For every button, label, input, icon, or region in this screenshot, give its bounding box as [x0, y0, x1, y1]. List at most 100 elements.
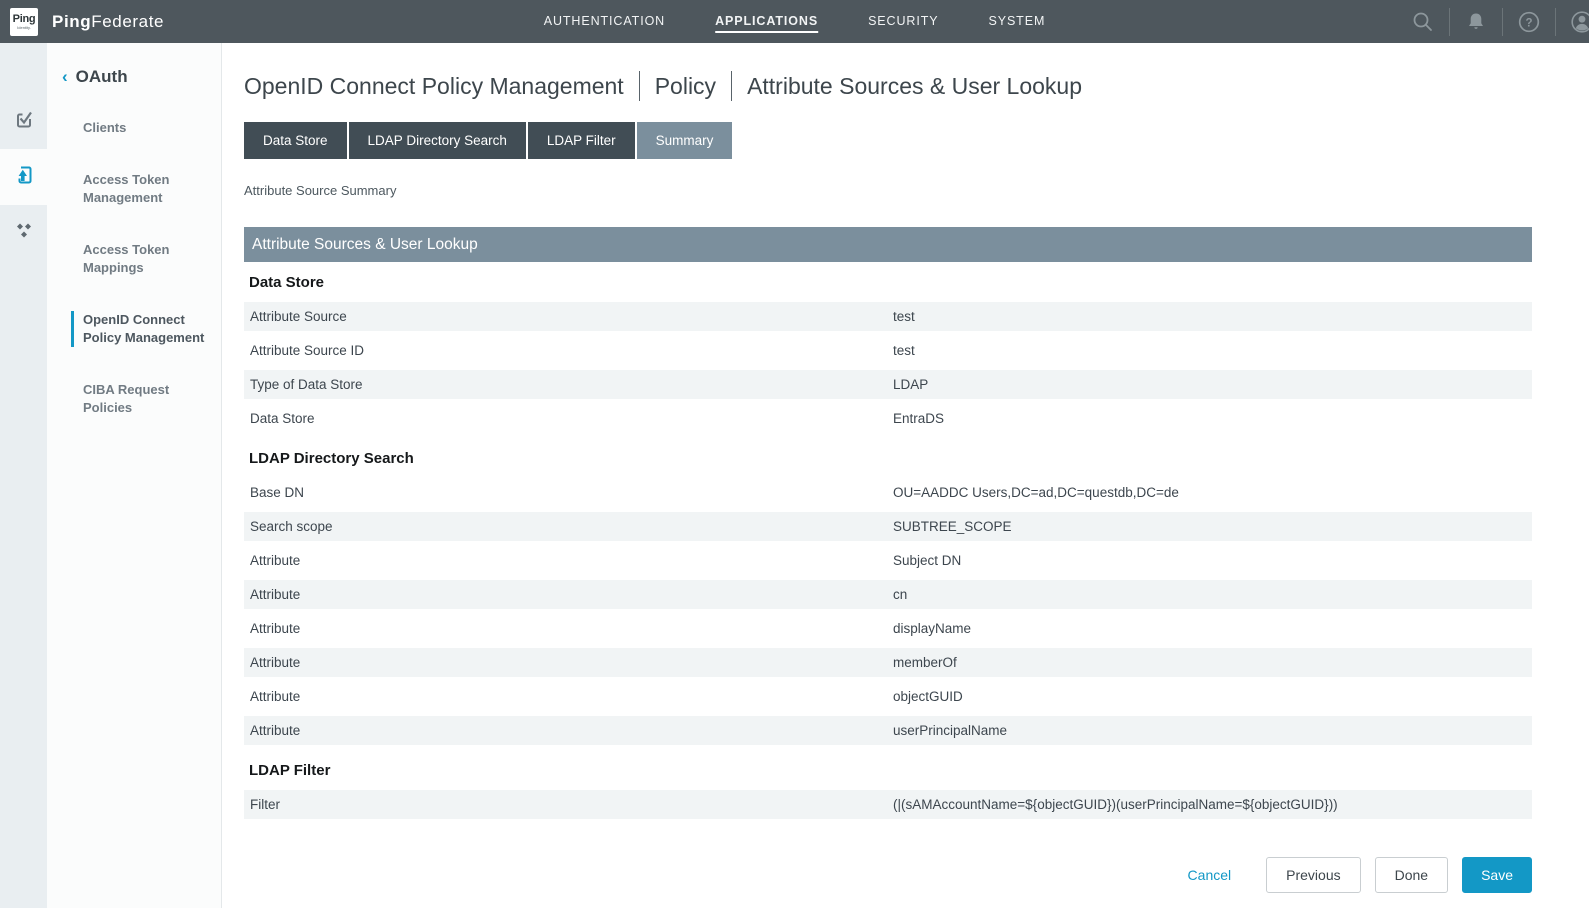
sidebar-menu: ‹ OAuth Clients Access Token Management Ac… [47, 43, 221, 908]
save-button[interactable]: Save [1462, 857, 1532, 893]
row-value: test [893, 343, 1532, 358]
table-header: Attribute Sources & User Lookup [244, 227, 1532, 262]
row-label: Attribute [244, 621, 893, 636]
nav-divider [1449, 8, 1450, 36]
rail-item-grant-mapping[interactable] [0, 205, 47, 261]
table-row: Attribute Sourcetest [244, 302, 1532, 331]
nav-divider [1502, 8, 1503, 36]
nav-item-authentication[interactable]: AUTHENTICATION [544, 10, 665, 33]
sidebar-section-title: OAuth [76, 67, 128, 87]
breadcrumb-part-policy: Policy [655, 73, 716, 100]
rail-item-clients[interactable] [0, 93, 47, 149]
nav-item-security[interactable]: SECURITY [868, 10, 938, 33]
summary-caption: Attribute Source Summary [244, 183, 1532, 198]
app-title-bold: Ping [52, 12, 91, 31]
table-row: AttributeSubject DN [244, 546, 1532, 575]
brand: Ping Identity. PingFederate [0, 8, 164, 36]
breadcrumb: OpenID Connect Policy Management Policy At… [244, 71, 1532, 101]
section-heading-ldap-directory-search: LDAP Directory Search [244, 438, 1532, 478]
section-heading-data-store: Data Store [244, 262, 1532, 302]
logo-subtext: Identity. [17, 26, 31, 30]
logo-text: Ping [13, 14, 36, 25]
breadcrumb-part-attribute-sources-user-lookup: Attribute Sources & User Lookup [747, 73, 1082, 100]
primary-nav: AUTHENTICATION APPLICATIONS SECURITY SYSTEM [544, 0, 1046, 43]
table-row: AttributedisplayName [244, 614, 1532, 643]
row-label: Attribute [244, 655, 893, 670]
row-label: Attribute Source [244, 309, 893, 324]
breadcrumb-part-openid-connect-policy-management: OpenID Connect Policy Management [244, 73, 624, 100]
grant-group-icon [12, 219, 36, 248]
token-document-icon [12, 163, 36, 192]
tab-ldap-filter[interactable]: LDAP Filter [528, 122, 635, 159]
user-icon[interactable] [1569, 9, 1589, 35]
sidebar-item-list: Clients Access Token Management Access Tok… [71, 119, 211, 417]
search-icon[interactable] [1410, 9, 1436, 35]
row-value: Subject DN [893, 553, 1532, 568]
sidebar-item-ciba-request-policies[interactable]: CIBA Request Policies [71, 381, 211, 417]
row-label: Attribute Source ID [244, 343, 893, 358]
app-title: PingFederate [52, 12, 164, 32]
cancel-link[interactable]: Cancel [1188, 867, 1232, 883]
help-icon[interactable]: ? [1516, 9, 1542, 35]
table-row: Attribute Source IDtest [244, 336, 1532, 365]
row-label: Attribute [244, 587, 893, 602]
row-value: EntraDS [893, 411, 1532, 426]
row-value: LDAP [893, 377, 1532, 392]
row-label: Data Store [244, 411, 893, 426]
row-label: Attribute [244, 553, 893, 568]
row-value: userPrincipalName [893, 723, 1532, 738]
main-content: OpenID Connect Policy Management Policy At… [222, 43, 1589, 908]
nav-divider [1555, 8, 1556, 36]
table-row: Base DNOU=AADDC Users,DC=ad,DC=questdb,D… [244, 478, 1532, 507]
row-label: Search scope [244, 519, 893, 534]
row-value: SUBTREE_SCOPE [893, 519, 1532, 534]
row-value: memberOf [893, 655, 1532, 670]
sidebar-icon-rail [0, 43, 47, 908]
table-row: Data StoreEntraDS [244, 404, 1532, 433]
app-title-rest: Federate [91, 12, 164, 31]
rail-item-access-token[interactable] [0, 149, 47, 205]
table-row: Type of Data StoreLDAP [244, 370, 1532, 399]
table-row: AttributeuserPrincipalName [244, 716, 1532, 745]
summary-table: Data StoreAttribute SourcetestAttribute … [244, 262, 1532, 819]
client-check-icon [12, 107, 36, 136]
bell-icon[interactable] [1463, 9, 1489, 35]
row-value: displayName [893, 621, 1532, 636]
done-button[interactable]: Done [1375, 857, 1448, 893]
table-row: Search scopeSUBTREE_SCOPE [244, 512, 1532, 541]
row-value: objectGUID [893, 689, 1532, 704]
svg-text:?: ? [1525, 17, 1532, 29]
wizard-tabs: Data StoreLDAP Directory SearchLDAP Filt… [244, 122, 1532, 159]
breadcrumb-separator [639, 71, 640, 101]
row-value: OU=AADDC Users,DC=ad,DC=questdb,DC=de [893, 485, 1532, 500]
nav-item-applications[interactable]: APPLICATIONS [715, 10, 818, 33]
ping-identity-logo[interactable]: Ping Identity. [10, 8, 38, 36]
sidebar-item-access-token-management[interactable]: Access Token Management [71, 171, 211, 207]
nav-icon-group: ? [1410, 0, 1589, 43]
back-chevron-icon[interactable]: ‹ [62, 67, 68, 87]
table-row: Filter(|(sAMAccountName=${objectGUID})(u… [244, 790, 1532, 819]
table-row: AttributeobjectGUID [244, 682, 1532, 711]
row-label: Base DN [244, 485, 893, 500]
tab-ldap-directory-search[interactable]: LDAP Directory Search [349, 122, 526, 159]
footer-actions: Cancel Previous Done Save [244, 857, 1532, 893]
row-value: cn [893, 587, 1532, 602]
sidebar: ‹ OAuth Clients Access Token Management Ac… [0, 43, 222, 908]
top-nav: Ping Identity. PingFederate AUTHENTICATI… [0, 0, 1589, 43]
section-heading-ldap-filter: LDAP Filter [244, 750, 1532, 790]
sidebar-item-openid-connect-policy-management[interactable]: OpenID Connect Policy Management [71, 311, 211, 347]
sidebar-item-access-token-mappings[interactable]: Access Token Mappings [71, 241, 211, 277]
sidebar-item-clients[interactable]: Clients [71, 119, 211, 137]
tab-data-store[interactable]: Data Store [244, 122, 347, 159]
row-label: Filter [244, 797, 893, 812]
row-value: test [893, 309, 1532, 324]
table-row: Attributecn [244, 580, 1532, 609]
nav-item-system[interactable]: SYSTEM [988, 10, 1045, 33]
row-label: Type of Data Store [244, 377, 893, 392]
previous-button[interactable]: Previous [1266, 857, 1360, 893]
breadcrumb-separator [731, 71, 732, 101]
row-label: Attribute [244, 689, 893, 704]
table-row: AttributememberOf [244, 648, 1532, 677]
tab-summary[interactable]: Summary [637, 122, 733, 159]
sidebar-section-header: ‹ OAuth [71, 67, 211, 87]
